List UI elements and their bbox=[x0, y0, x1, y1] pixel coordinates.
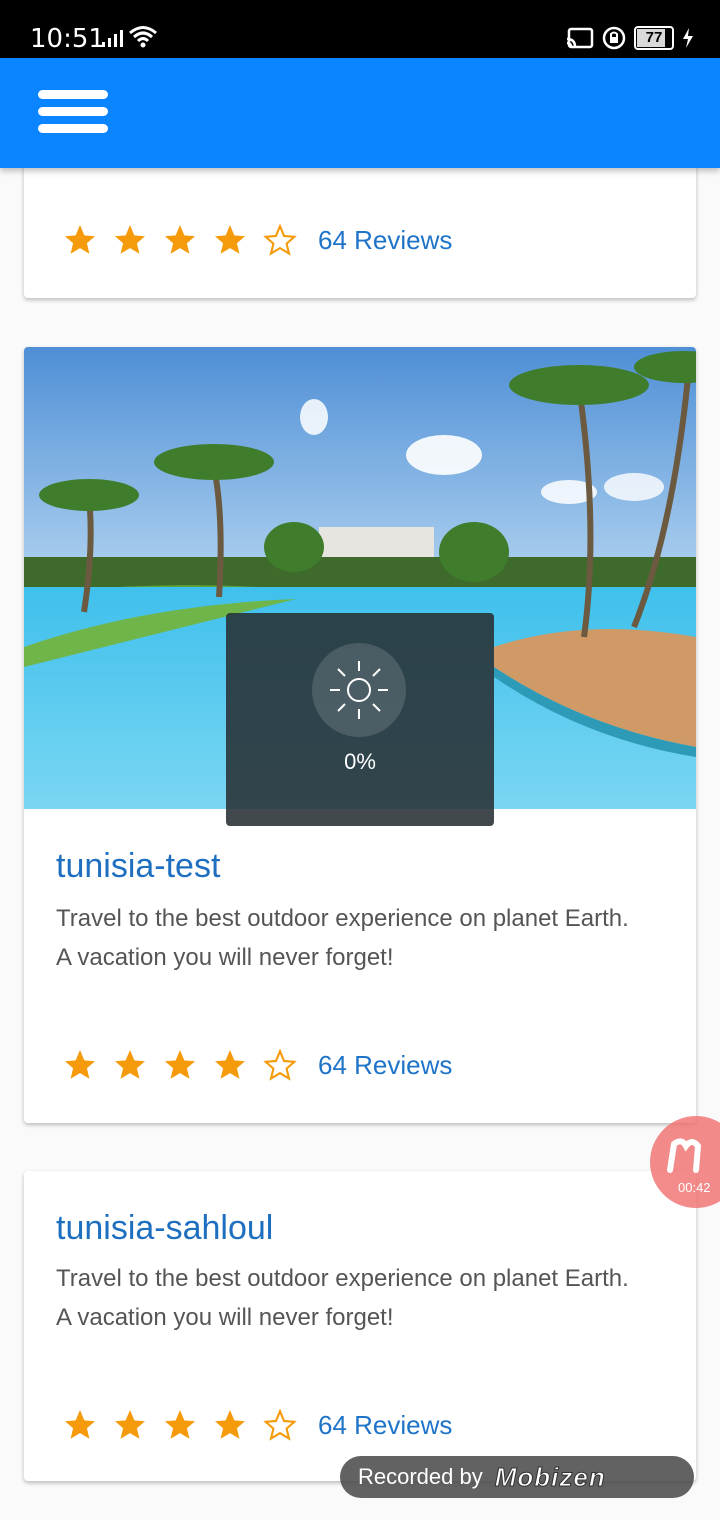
star-empty-icon bbox=[263, 1048, 297, 1081]
reviews-link[interactable]: 64 Reviews bbox=[318, 1410, 452, 1441]
screen: 10:51 77 64 Reviews tunisia-test Travel … bbox=[0, 0, 720, 1520]
rating-row: 64 Reviews bbox=[62, 222, 452, 258]
recorded-by-label: Recorded by bbox=[358, 1464, 483, 1489]
rotation-lock-icon bbox=[602, 26, 626, 50]
card-description: Travel to the best outdoor experience on… bbox=[56, 1259, 676, 1337]
card-title[interactable]: tunisia-test bbox=[56, 847, 220, 886]
star-filled-icon bbox=[165, 1050, 195, 1079]
card-description-line1: Travel to the best outdoor experience on… bbox=[56, 905, 629, 932]
app-bar bbox=[0, 58, 720, 168]
brightness-sun-icon bbox=[330, 661, 388, 719]
star-filled-icon bbox=[115, 1050, 145, 1079]
card-description-line1: Travel to the best outdoor experience on… bbox=[56, 1265, 629, 1292]
star-filled-icon bbox=[215, 1050, 245, 1079]
status-bar: 10:51 77 bbox=[0, 0, 720, 58]
card-description: Travel to the best outdoor experience on… bbox=[56, 899, 676, 977]
star-filled-icon bbox=[165, 1410, 195, 1439]
star-filled-icon bbox=[165, 225, 195, 254]
status-time: 10:51 bbox=[30, 24, 105, 54]
battery-indicator: 77 bbox=[634, 26, 674, 50]
recorded-by-watermark: Recorded by Mobizen bbox=[340, 1456, 694, 1498]
brightness-icon-bg bbox=[312, 643, 406, 737]
brightness-percent: 0% bbox=[344, 749, 376, 774]
card-description-line2: A vacation you will never forget! bbox=[56, 944, 394, 971]
signal-icon bbox=[102, 30, 123, 47]
rating-row: 64 Reviews bbox=[62, 1407, 452, 1443]
cast-icon bbox=[566, 27, 594, 49]
star-filled-icon bbox=[65, 1410, 95, 1439]
hamburger-menu-icon[interactable] bbox=[38, 90, 112, 138]
mobizen-logo-icon bbox=[667, 1138, 702, 1173]
mobizen-brand: Mobizen bbox=[494, 1461, 606, 1492]
charging-bolt-icon bbox=[683, 28, 693, 48]
card-title[interactable]: tunisia-sahloul bbox=[56, 1209, 273, 1248]
brightness-overlay: 0% bbox=[226, 613, 494, 826]
card-description-line2: A vacation you will never forget! bbox=[56, 1304, 394, 1331]
star-filled-icon bbox=[65, 1050, 95, 1079]
star-empty-icon bbox=[263, 1408, 297, 1441]
star-filled-icon bbox=[65, 225, 95, 254]
star-filled-icon bbox=[115, 225, 145, 254]
place-card[interactable]: tunisia-sahloul Travel to the best outdo… bbox=[24, 1171, 696, 1481]
wifi-icon bbox=[129, 26, 157, 48]
star-filled-icon bbox=[215, 225, 245, 254]
reviews-link[interactable]: 64 Reviews bbox=[318, 1050, 452, 1081]
star-filled-icon bbox=[115, 1410, 145, 1439]
recording-timer: 00:42 bbox=[678, 1180, 711, 1195]
battery-level: 77 bbox=[645, 29, 663, 46]
reviews-link[interactable]: 64 Reviews bbox=[318, 225, 452, 256]
rating-row: 64 Reviews bbox=[62, 1047, 452, 1083]
star-empty-icon bbox=[263, 223, 297, 256]
star-filled-icon bbox=[215, 1410, 245, 1439]
status-right-icons: 77 bbox=[566, 26, 694, 50]
